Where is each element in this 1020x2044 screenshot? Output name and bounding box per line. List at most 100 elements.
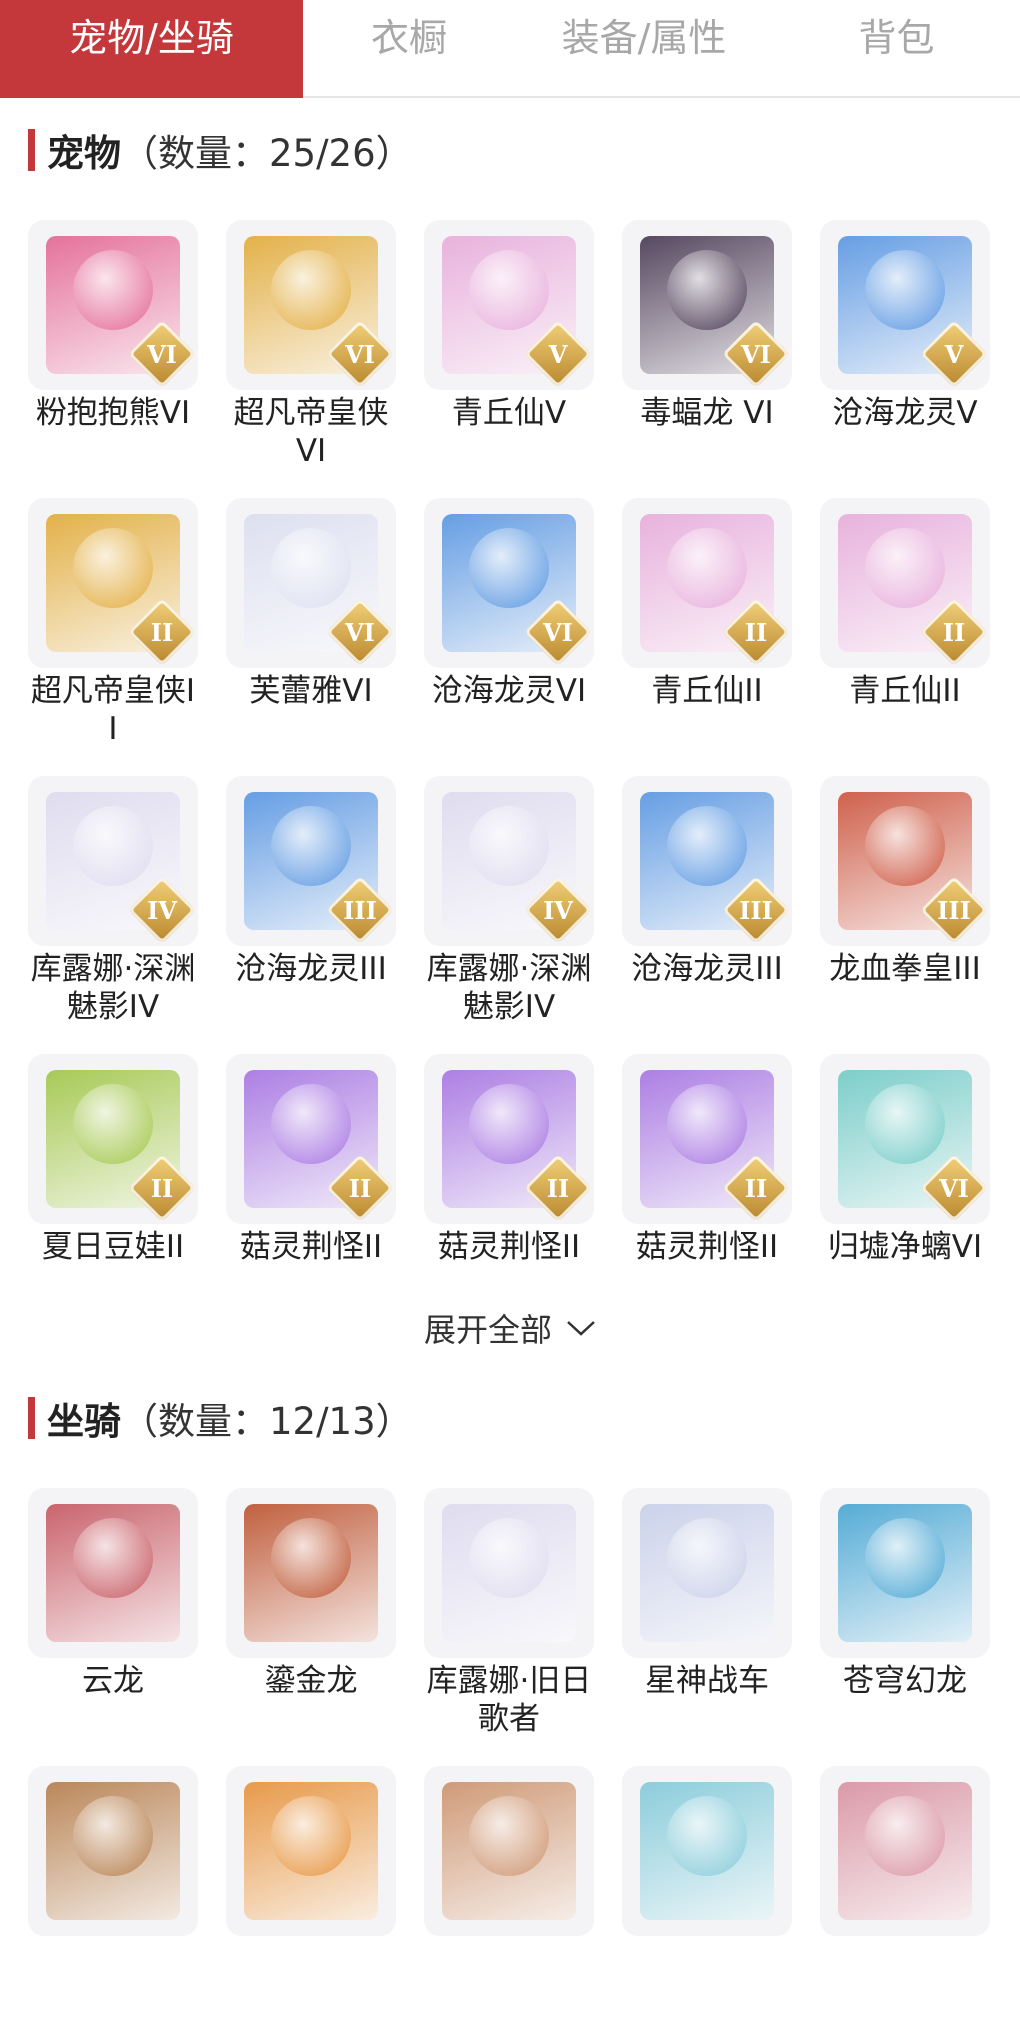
mount-item[interactable] xyxy=(424,1766,594,2044)
pet-item[interactable]: II 超凡帝皇侠II xyxy=(28,498,198,776)
pet-item[interactable]: II 菇灵荆怪II xyxy=(226,1054,396,1332)
expand-all-button[interactable]: 展开全部 xyxy=(0,1306,1020,1350)
mount-item[interactable] xyxy=(28,1766,198,2044)
character-head-shape xyxy=(865,528,945,608)
tab-backpack[interactable]: 背包 xyxy=(773,0,1020,98)
tier-badge: II xyxy=(722,1154,790,1222)
pet-item[interactable]: VI 粉抱抱熊VI xyxy=(28,220,198,498)
pet-item[interactable]: IV 库露娜·深渊魅影IV xyxy=(28,776,198,1054)
mount-item[interactable]: 苍穹幻龙 xyxy=(820,1488,990,1766)
tier-badge: II xyxy=(920,598,988,666)
mount-item[interactable]: 鎏金龙 xyxy=(226,1488,396,1766)
character-head-shape xyxy=(865,806,945,886)
pet-item[interactable]: VI 毒蝠龙 VI xyxy=(622,220,792,498)
mount-item[interactable]: 库露娜·旧日歌者 xyxy=(424,1488,594,1766)
pet-item[interactable]: VI 沧海龙灵VI xyxy=(424,498,594,776)
character-head-shape xyxy=(73,806,153,886)
pet-item[interactable]: II 菇灵荆怪II xyxy=(622,1054,792,1332)
character-head-shape xyxy=(73,528,153,608)
pet-thumbnail: III xyxy=(226,776,396,946)
tier-badge-label: VI xyxy=(543,617,573,647)
tier-badge-label: VI xyxy=(345,617,375,647)
pets-grid: VI 粉抱抱熊VI VI 超凡帝皇侠VI V 青丘仙V VI 毒蝠龙 VI V 沧海龙灵V II 超凡… xyxy=(28,220,996,1332)
pet-item[interactable]: V 青丘仙V xyxy=(424,220,594,498)
tab-pets-mounts[interactable]: 宠物/坐骑 xyxy=(0,0,303,98)
tier-badge-label: III xyxy=(739,895,773,925)
tier-badge-label: II xyxy=(546,1173,570,1203)
pet-thumbnail: II xyxy=(28,1054,198,1224)
tier-badge-label: II xyxy=(150,1173,174,1203)
character-head-shape xyxy=(469,1518,549,1598)
pet-item[interactable]: VI 归墟净螭VI xyxy=(820,1054,990,1332)
pet-item[interactable]: II 青丘仙II xyxy=(622,498,792,776)
tier-badge: VI xyxy=(326,598,394,666)
chevron-down-icon xyxy=(567,1321,595,1336)
pet-item[interactable]: IV 库露娜·深渊魅影IV xyxy=(424,776,594,1054)
pet-item[interactable]: III 龙血拳皇III xyxy=(820,776,990,1054)
mount-item[interactable]: 星神战车 xyxy=(622,1488,792,1766)
character-head-shape xyxy=(73,1518,153,1598)
mount-thumbnail xyxy=(226,1766,396,1936)
character-head-shape xyxy=(469,1084,549,1164)
tier-badge: V xyxy=(524,320,592,388)
tier-badge: VI xyxy=(524,598,592,666)
pet-item[interactable]: V 沧海龙灵V xyxy=(820,220,990,498)
mount-thumbnail xyxy=(226,1488,396,1658)
tier-badge-label: III xyxy=(343,895,377,925)
tab-bar: 宠物/坐骑 衣橱 装备/属性 背包 xyxy=(0,0,1020,98)
mount-item[interactable] xyxy=(622,1766,792,2044)
pet-name: 归墟净螭VI xyxy=(827,1229,983,1265)
pet-item[interactable]: II 青丘仙II xyxy=(820,498,990,776)
mount-item[interactable]: 云龙 xyxy=(28,1488,198,1766)
pets-heading: 宠物 xyxy=(47,132,121,175)
pet-name: 毒蝠龙 VI xyxy=(640,395,774,431)
character-head-shape xyxy=(73,250,153,330)
tab-equipment-attributes[interactable]: 装备/属性 xyxy=(515,0,773,98)
pet-item[interactable]: VI 超凡帝皇侠VI xyxy=(226,220,396,498)
mount-item[interactable] xyxy=(226,1766,396,2044)
pet-thumbnail: II xyxy=(820,498,990,668)
mount-name: 云龙 xyxy=(82,1663,144,1699)
tab-wardrobe[interactable]: 衣橱 xyxy=(303,0,515,98)
tier-badge: IV xyxy=(128,876,196,944)
pet-name: 超凡帝皇侠VI xyxy=(233,395,389,469)
pet-item[interactable]: III 沧海龙灵III xyxy=(226,776,396,1054)
pet-thumbnail: II xyxy=(226,1054,396,1224)
pet-item[interactable]: II 菇灵荆怪II xyxy=(424,1054,594,1332)
tier-badge-label: VI xyxy=(345,339,375,369)
pet-item[interactable]: III 沧海龙灵III xyxy=(622,776,792,1054)
pet-name: 菇灵荆怪II xyxy=(635,1229,779,1265)
tier-badge: IV xyxy=(524,876,592,944)
pet-name: 青丘仙II xyxy=(651,673,763,709)
pet-thumbnail: V xyxy=(424,220,594,390)
mount-thumbnail xyxy=(622,1766,792,1936)
tier-badge-label: III xyxy=(937,895,971,925)
tier-badge-label: VI xyxy=(147,339,177,369)
character-head-shape xyxy=(865,1084,945,1164)
tier-badge: II xyxy=(722,598,790,666)
tier-badge: II xyxy=(524,1154,592,1222)
tier-badge: III xyxy=(722,876,790,944)
mount-thumbnail xyxy=(424,1488,594,1658)
pet-name: 菇灵荆怪II xyxy=(437,1229,581,1265)
character-head-shape xyxy=(667,250,747,330)
character-head-shape xyxy=(73,1796,153,1876)
pet-name: 库露娜·深渊魅影IV xyxy=(426,951,592,1025)
pet-thumbnail: VI xyxy=(226,220,396,390)
tier-badge: II xyxy=(128,1154,196,1222)
pet-thumbnail: VI xyxy=(622,220,792,390)
tier-badge-label: II xyxy=(744,617,768,647)
pet-name: 沧海龙灵III xyxy=(631,951,783,987)
pet-item[interactable]: II 夏日豆娃II xyxy=(28,1054,198,1332)
pet-thumbnail: IV xyxy=(28,776,198,946)
pet-thumbnail: II xyxy=(622,1054,792,1224)
mount-thumbnail xyxy=(28,1488,198,1658)
mounts-count: （数量：12/13） xyxy=(121,1400,413,1443)
mount-thumbnail xyxy=(820,1766,990,1936)
character-head-shape xyxy=(865,250,945,330)
mount-thumbnail xyxy=(424,1766,594,1936)
pets-section-title: 宠物 （数量：25/26） xyxy=(28,128,413,175)
mount-item[interactable] xyxy=(820,1766,990,2044)
pet-item[interactable]: VI 芙蕾雅VI xyxy=(226,498,396,776)
tier-badge: VI xyxy=(722,320,790,388)
